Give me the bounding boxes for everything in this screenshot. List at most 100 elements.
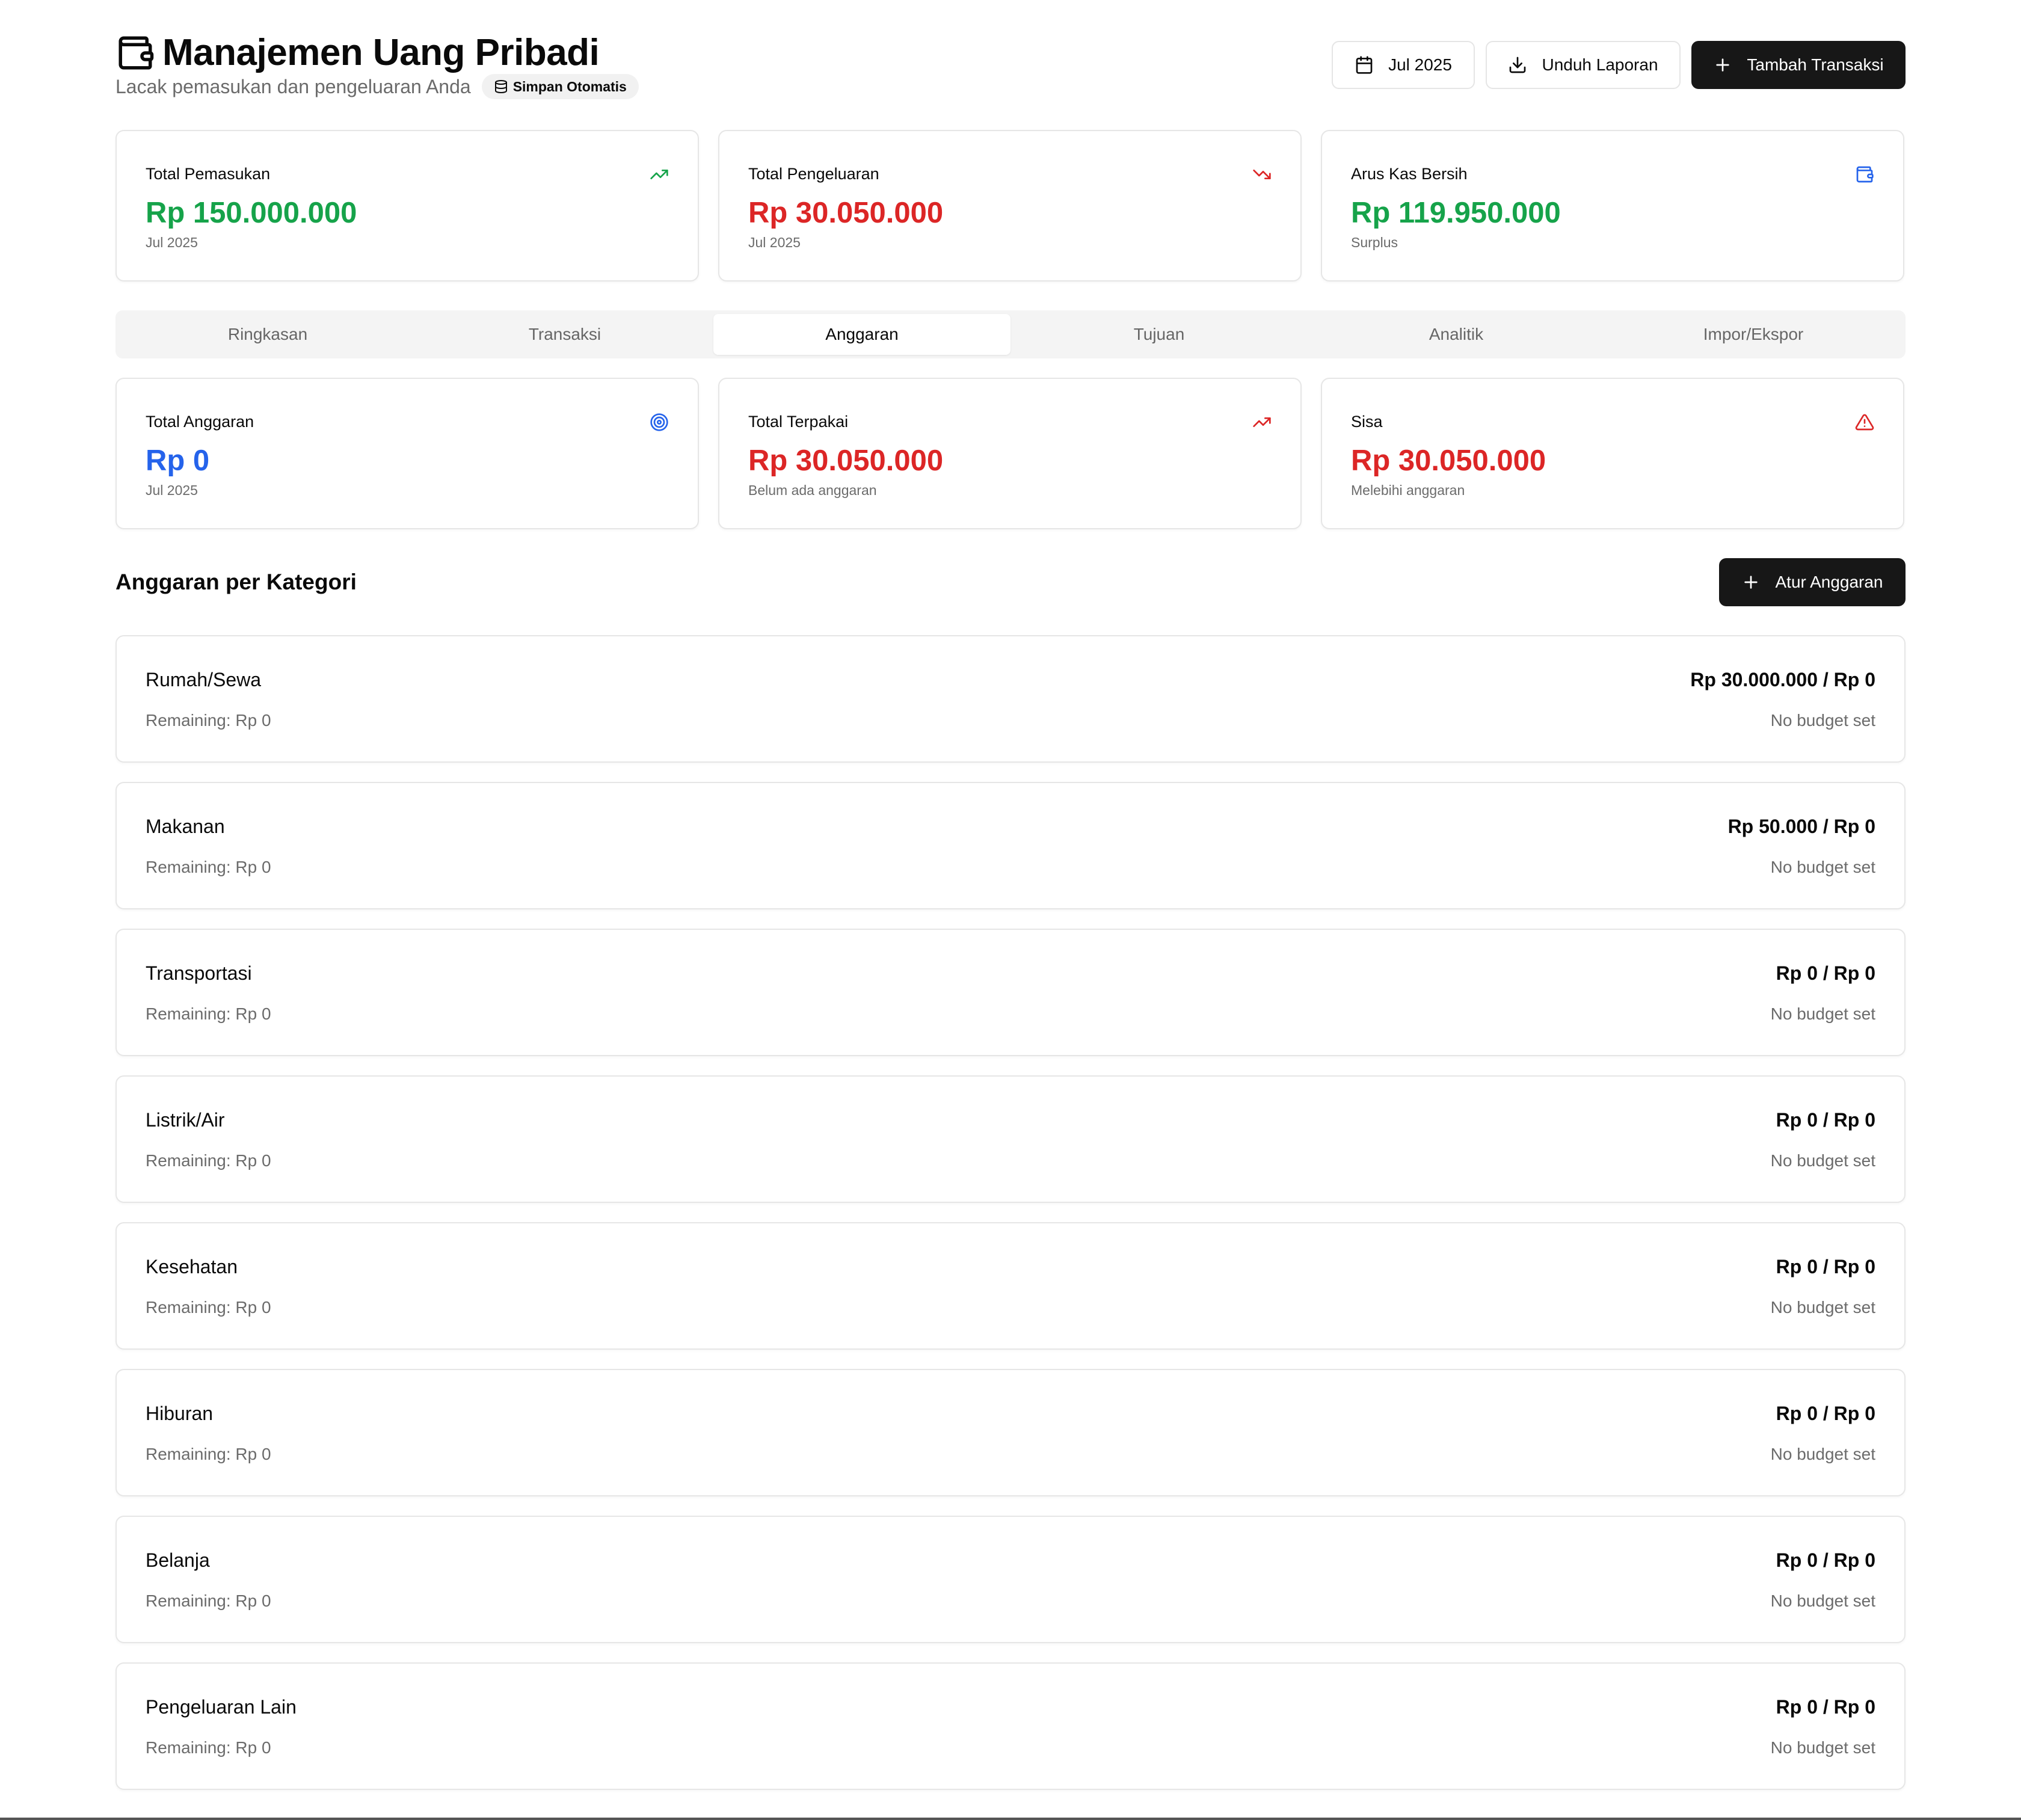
category-amount: Rp 0 / Rp 0 — [1776, 1256, 1875, 1277]
income-card: Total Pemasukan Rp 150.000.000 Jul 2025 — [115, 130, 699, 281]
card-label: Total Anggaran — [146, 413, 254, 431]
category-status: No budget set — [1770, 1004, 1875, 1023]
card-value: Rp 0 — [146, 444, 210, 477]
card-label: Arus Kas Bersih — [1351, 165, 1468, 183]
summary-cards: Total Pemasukan Rp 150.000.000 Jul 2025 … — [115, 130, 1906, 281]
category-remaining: Remaining: Rp 0 — [146, 858, 271, 876]
category-remaining: Remaining: Rp 0 — [146, 1738, 271, 1757]
category-status: No budget set — [1770, 1738, 1875, 1757]
database-icon — [494, 79, 508, 94]
budget-category-row[interactable]: Kesehatan Remaining: Rp 0 Rp 0 / Rp 0 No… — [115, 1222, 1906, 1350]
add-transaction-button[interactable]: Tambah Transaksi — [1691, 41, 1906, 89]
month-picker-label: Jul 2025 — [1388, 55, 1452, 74]
tab-analitik[interactable]: Analitik — [1308, 314, 1605, 355]
budget-summary-cards: Total Anggaran Rp 0 Jul 2025 Total Terpa… — [115, 378, 1906, 529]
tab-anggaran[interactable]: Anggaran — [713, 314, 1010, 355]
category-remaining: Remaining: Rp 0 — [146, 1004, 271, 1023]
tab-ringkasan[interactable]: Ringkasan — [119, 314, 416, 355]
card-sub: Melebihi anggaran — [1351, 482, 1465, 498]
budget-category-list: Rumah/Sewa Remaining: Rp 0 Rp 30.000.000… — [115, 635, 1906, 1809]
category-amount: Rp 50.000 / Rp 0 — [1727, 816, 1875, 837]
remaining-card: Sisa Rp 30.050.000 Melebihi anggaran — [1321, 378, 1904, 529]
category-status: No budget set — [1770, 1591, 1875, 1610]
category-status: No budget set — [1770, 1445, 1875, 1463]
category-name: Hiburan — [146, 1403, 214, 1424]
header: Manajemen Uang Pribadi Lacak pemasukan d… — [115, 29, 1906, 101]
budget-category-row[interactable]: Pengeluaran Lain Remaining: Rp 0 Rp 0 / … — [115, 1662, 1906, 1790]
budget-category-row[interactable]: Hiburan Remaining: Rp 0 Rp 0 / Rp 0 No b… — [115, 1369, 1906, 1496]
card-value: Rp 119.950.000 — [1351, 197, 1561, 229]
budget-category-row[interactable]: Makanan Remaining: Rp 0 Rp 50.000 / Rp 0… — [115, 782, 1906, 909]
card-sub: Surplus — [1351, 235, 1398, 250]
category-status: No budget set — [1770, 858, 1875, 876]
budget-category-row[interactable]: Belanja Remaining: Rp 0 Rp 0 / Rp 0 No b… — [115, 1516, 1906, 1643]
total-budget-card: Total Anggaran Rp 0 Jul 2025 — [115, 378, 699, 529]
category-amount: Rp 30.000.000 / Rp 0 — [1690, 669, 1875, 690]
category-remaining: Remaining: Rp 0 — [146, 1151, 271, 1170]
card-sub: Jul 2025 — [146, 235, 198, 250]
tab-impor-ekspor[interactable]: Impor/Ekspor — [1605, 314, 1902, 355]
card-label: Total Pengeluaran — [748, 165, 879, 183]
download-report-label: Unduh Laporan — [1542, 55, 1658, 74]
card-label: Total Pemasukan — [146, 165, 271, 183]
category-name: Transportasi — [146, 962, 252, 984]
tab-tujuan[interactable]: Tujuan — [1010, 314, 1308, 355]
category-remaining: Remaining: Rp 0 — [146, 1298, 271, 1317]
bottom-border — [0, 1818, 2021, 1820]
category-amount: Rp 0 / Rp 0 — [1776, 1109, 1875, 1131]
category-amount: Rp 0 / Rp 0 — [1776, 1696, 1875, 1718]
category-name: Pengeluaran Lain — [146, 1696, 297, 1718]
section-title: Anggaran per Kategori — [115, 570, 357, 594]
net-cashflow-card: Arus Kas Bersih Rp 119.950.000 Surplus — [1321, 130, 1904, 281]
header-actions: Jul 2025 Unduh Laporan Tambah Transaksi — [1332, 41, 1906, 89]
plus-icon — [1713, 55, 1732, 75]
total-spent-card: Total Terpakai Rp 30.050.000 Belum ada a… — [718, 378, 1302, 529]
budget-category-row[interactable]: Listrik/Air Remaining: Rp 0 Rp 0 / Rp 0 … — [115, 1075, 1906, 1203]
month-picker-button[interactable]: Jul 2025 — [1332, 41, 1475, 89]
add-transaction-label: Tambah Transaksi — [1747, 55, 1884, 74]
subtitle-row: Lacak pemasukan dan pengeluaran Anda Sim… — [115, 73, 639, 100]
category-name: Makanan — [146, 816, 225, 837]
trending-up-icon — [650, 165, 669, 184]
category-name: Belanja — [146, 1549, 210, 1571]
wallet-icon — [115, 33, 155, 73]
budget-category-row[interactable]: Rumah/Sewa Remaining: Rp 0 Rp 30.000.000… — [115, 635, 1906, 763]
expense-card: Total Pengeluaran Rp 30.050.000 Jul 2025 — [718, 130, 1302, 281]
category-status: No budget set — [1770, 711, 1875, 730]
tab-transaksi[interactable]: Transaksi — [416, 314, 713, 355]
category-status: No budget set — [1770, 1298, 1875, 1317]
card-label: Total Terpakai — [748, 413, 849, 431]
set-budget-label: Atur Anggaran — [1775, 573, 1883, 591]
card-value: Rp 150.000.000 — [146, 197, 357, 229]
page: Manajemen Uang Pribadi Lacak pemasukan d… — [0, 0, 2021, 1820]
download-icon — [1508, 55, 1527, 75]
category-remaining: Remaining: Rp 0 — [146, 1591, 271, 1610]
category-remaining: Remaining: Rp 0 — [146, 711, 271, 730]
budget-category-row[interactable]: Transportasi Remaining: Rp 0 Rp 0 / Rp 0… — [115, 929, 1906, 1056]
trending-down-icon — [1252, 165, 1272, 184]
category-status: No budget set — [1770, 1151, 1875, 1170]
card-value: Rp 30.050.000 — [1351, 444, 1546, 477]
trending-up-icon — [1252, 413, 1272, 432]
category-remaining: Remaining: Rp 0 — [146, 1445, 271, 1463]
category-amount: Rp 0 / Rp 0 — [1776, 1549, 1875, 1571]
autosave-badge: Simpan Otomatis — [481, 74, 639, 99]
set-budget-button[interactable]: Atur Anggaran — [1719, 558, 1906, 606]
tab-bar: Ringkasan Transaksi Anggaran Tujuan Anal… — [115, 310, 1906, 358]
title-row: Manajemen Uang Pribadi — [115, 31, 600, 75]
card-value: Rp 30.050.000 — [748, 197, 944, 229]
page-subtitle: Lacak pemasukan dan pengeluaran Anda — [115, 76, 471, 97]
alert-triangle-icon — [1855, 413, 1874, 432]
download-report-button[interactable]: Unduh Laporan — [1486, 41, 1681, 89]
card-sub: Jul 2025 — [146, 482, 198, 498]
page-title: Manajemen Uang Pribadi — [162, 32, 600, 73]
category-amount: Rp 0 / Rp 0 — [1776, 1403, 1875, 1424]
calendar-icon — [1355, 55, 1374, 75]
plus-icon — [1741, 573, 1761, 592]
card-value: Rp 30.050.000 — [748, 444, 944, 477]
card-label: Sisa — [1351, 413, 1383, 431]
category-amount: Rp 0 / Rp 0 — [1776, 962, 1875, 984]
card-sub: Belum ada anggaran — [748, 482, 877, 498]
category-name: Listrik/Air — [146, 1109, 225, 1131]
category-name: Kesehatan — [146, 1256, 238, 1277]
